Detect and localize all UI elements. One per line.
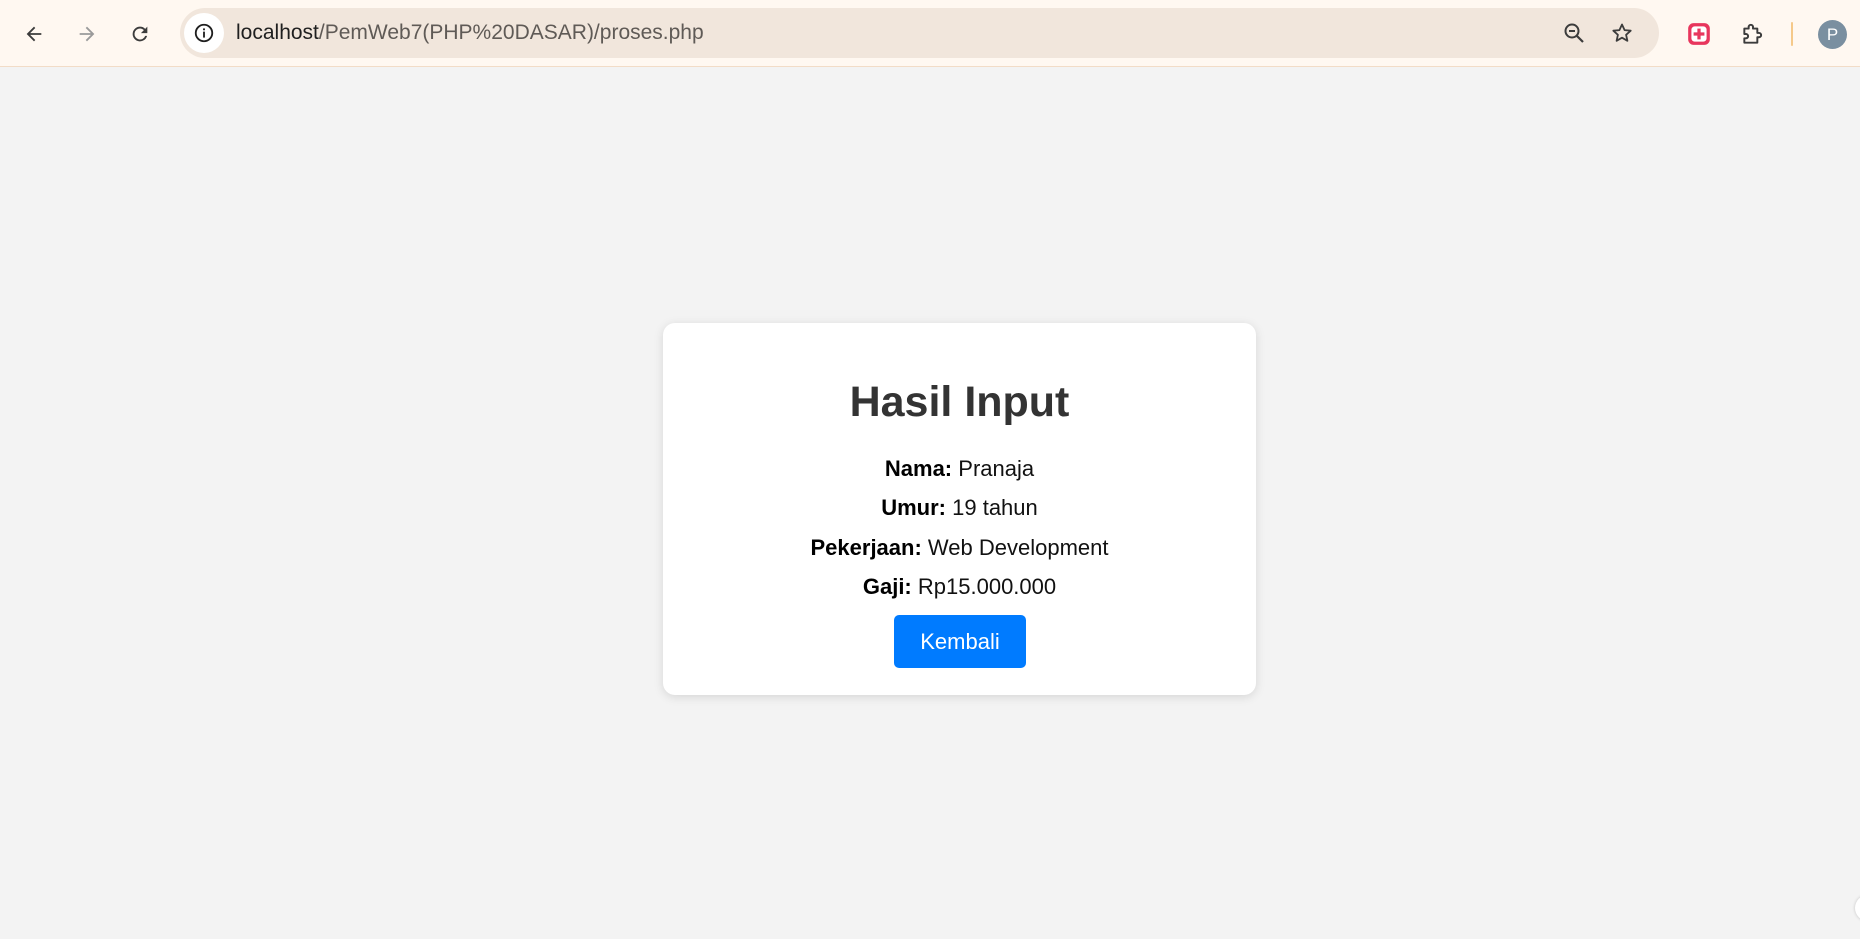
star-icon [1612, 23, 1632, 42]
field-value: Rp15.000.000 [917, 574, 1057, 599]
extensions-menu-button[interactable] [1733, 14, 1773, 54]
field-value: 19 tahun [952, 495, 1038, 520]
url-path: /PemWeb7(PHP%20DASAR)/proses.php [318, 21, 704, 44]
browser-toolbar: localhost/PemWeb7(PHP%20DASAR)/proses.ph… [0, 0, 1860, 67]
back-button[interactable] [14, 14, 54, 54]
field-value: Pranaja [958, 456, 1035, 481]
info-icon [194, 23, 214, 43]
field-label: Pekerjaan: [810, 535, 922, 560]
zoom-button[interactable] [1556, 15, 1592, 51]
toolbar-divider [1791, 22, 1793, 46]
url-text[interactable]: localhost/PemWeb7(PHP%20DASAR)/proses.ph… [236, 8, 704, 58]
extension-button[interactable] [1679, 14, 1719, 54]
field-label: Gaji: [862, 574, 912, 599]
profile-avatar[interactable]: P [1818, 20, 1847, 49]
url-host: localhost [236, 21, 319, 44]
page-title: Hasil Input [849, 378, 1070, 426]
field-umur: Umur: 19 tahun [663, 495, 1256, 521]
field-value: Web Development [927, 535, 1109, 560]
field-gaji: Gaji: Rp15.000.000 [663, 574, 1256, 600]
reload-icon [132, 26, 148, 42]
result-card: Hasil Input Nama: Pranaja Umur: 19 tahun… [663, 323, 1256, 695]
reload-button[interactable] [120, 14, 160, 54]
red-cross-extension-icon [1688, 23, 1710, 45]
field-label: Nama: [884, 456, 953, 481]
arrow-left-icon [26, 26, 42, 42]
site-info-button[interactable] [184, 13, 224, 53]
bookmark-button[interactable] [1604, 15, 1640, 51]
puzzle-icon [1743, 23, 1763, 44]
field-nama: Nama: Pranaja [663, 456, 1256, 482]
field-label: Umur: [881, 495, 946, 520]
address-bar[interactable]: localhost/PemWeb7(PHP%20DASAR)/proses.ph… [180, 8, 1659, 58]
arrow-right-icon [79, 26, 95, 42]
field-pekerjaan: Pekerjaan: Web Development [663, 535, 1256, 561]
corner-widget[interactable] [1855, 895, 1860, 921]
forward-button[interactable] [67, 14, 107, 54]
zoom-out-icon [1564, 23, 1584, 43]
back-link-button[interactable]: Kembali [894, 615, 1026, 668]
